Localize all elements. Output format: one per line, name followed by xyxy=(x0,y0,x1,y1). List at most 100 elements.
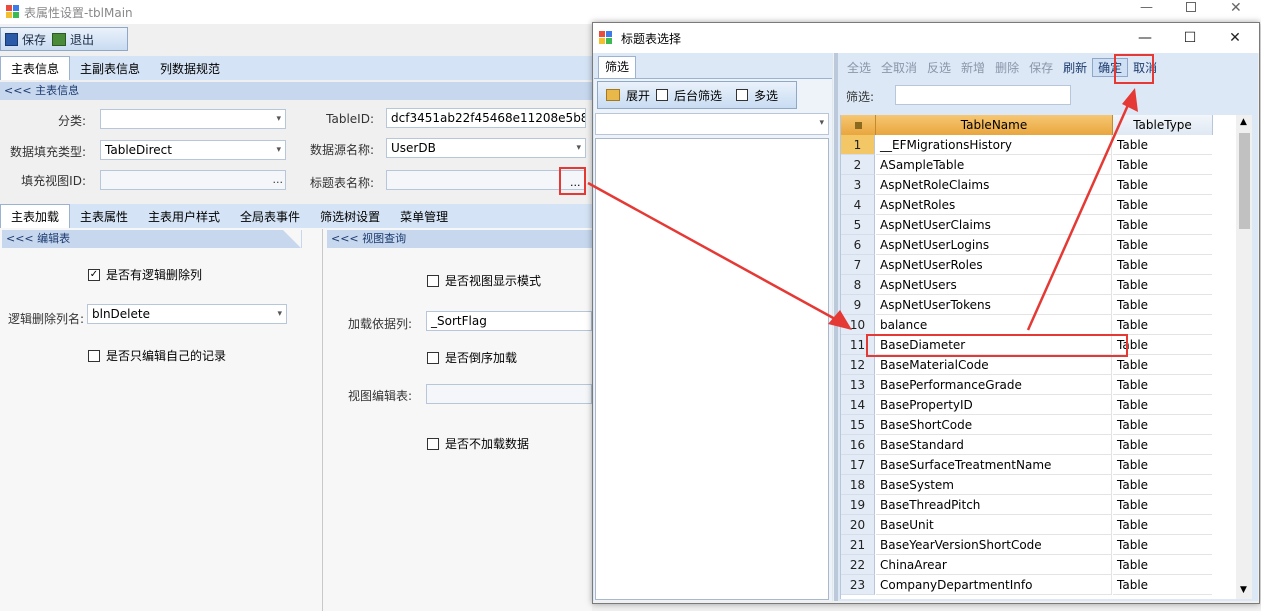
cell-tabletype[interactable]: Table xyxy=(1113,235,1212,255)
subtab-style[interactable]: 主表用户样式 xyxy=(138,205,230,228)
load-by-field[interactable]: _SortFlag xyxy=(426,311,592,331)
cell-tabletype[interactable]: Table xyxy=(1113,315,1212,335)
cell-tablename[interactable]: balance xyxy=(876,315,1112,335)
invert-selection-button[interactable]: 反选 xyxy=(922,59,956,76)
cell-tablename[interactable]: AspNetUserRoles xyxy=(876,255,1112,275)
row-number[interactable]: 4 xyxy=(841,195,875,215)
cell-tablename[interactable]: BaseSurfaceTreatmentName xyxy=(876,455,1112,475)
cell-tablename[interactable]: BaseYearVersionShortCode xyxy=(876,535,1112,555)
table-row[interactable]: 16 BaseStandard Table xyxy=(841,435,1241,455)
dialog-minimize-icon[interactable]: — xyxy=(1123,23,1167,53)
maximize-icon[interactable] xyxy=(1186,2,1196,12)
subtab-events[interactable]: 全局表事件 xyxy=(230,205,310,228)
filter-tree[interactable] xyxy=(595,138,829,600)
row-number[interactable]: 19 xyxy=(841,495,875,515)
fill-type-combo[interactable]: TableDirect xyxy=(100,140,286,160)
subtab-props[interactable]: 主表属性 xyxy=(70,205,138,228)
table-row[interactable]: 7 AspNetUserRoles Table xyxy=(841,255,1241,275)
table-row[interactable]: 12 BaseMaterialCode Table xyxy=(841,355,1241,375)
row-number[interactable]: 9 xyxy=(841,295,875,315)
row-number[interactable]: 5 xyxy=(841,215,875,235)
select-all-button[interactable]: 全选 xyxy=(842,59,876,76)
cell-tablename[interactable]: BaseSystem xyxy=(876,475,1112,495)
cell-tablename[interactable]: BasePropertyID xyxy=(876,395,1112,415)
save-button[interactable]: 保存 xyxy=(5,31,46,48)
table-row[interactable]: 10 balance Table xyxy=(841,315,1241,335)
row-number[interactable]: 1 xyxy=(841,135,875,155)
row-number[interactable]: 20 xyxy=(841,515,875,535)
cell-tablename[interactable]: CompanyDepartmentInfo xyxy=(876,575,1112,595)
close-icon[interactable]: ✕ xyxy=(1230,0,1242,16)
logic-delete-col-combo[interactable]: blnDelete xyxy=(87,304,287,324)
table-row[interactable]: 4 AspNetRoles Table xyxy=(841,195,1241,215)
table-row[interactable]: 3 AspNetRoleClaims Table xyxy=(841,175,1241,195)
scroll-down-icon[interactable]: ▼ xyxy=(1240,585,1247,595)
section-view-query[interactable]: <<< 视图查询 xyxy=(327,230,592,248)
cell-tabletype[interactable]: Table xyxy=(1113,575,1212,595)
row-number[interactable]: 12 xyxy=(841,355,875,375)
cell-tablename[interactable]: AspNetUserTokens xyxy=(876,295,1112,315)
cell-tablename[interactable]: BaseUnit xyxy=(876,515,1112,535)
exit-button[interactable]: 退出 xyxy=(52,31,94,48)
tab-main-info[interactable]: 主表信息 xyxy=(0,56,71,80)
table-row[interactable]: 18 BaseSystem Table xyxy=(841,475,1241,495)
table-row[interactable]: 17 BaseSurfaceTreatmentName Table xyxy=(841,455,1241,475)
title-table-field[interactable] xyxy=(386,170,586,190)
cell-tabletype[interactable]: Table xyxy=(1113,215,1212,235)
cell-tabletype[interactable]: Table xyxy=(1113,195,1212,215)
row-number[interactable]: 15 xyxy=(841,415,875,435)
cell-tablename[interactable]: BaseShortCode xyxy=(876,415,1112,435)
filter-tab[interactable]: 筛选 xyxy=(598,56,636,78)
cell-tabletype[interactable]: Table xyxy=(1113,555,1212,575)
cell-tablename[interactable]: AspNetUsers xyxy=(876,275,1112,295)
section-main-info[interactable]: <<< 主表信息 xyxy=(0,82,592,100)
row-number[interactable]: 6 xyxy=(841,235,875,255)
section-edit-table[interactable]: <<< 编辑表 xyxy=(2,230,302,248)
add-button[interactable]: 新增 xyxy=(956,59,990,76)
row-number[interactable]: 21 xyxy=(841,535,875,555)
table-row[interactable]: 9 AspNetUserTokens Table xyxy=(841,295,1241,315)
cell-tabletype[interactable]: Table xyxy=(1113,535,1212,555)
view-edit-field[interactable] xyxy=(426,384,592,404)
cell-tabletype[interactable]: Table xyxy=(1113,295,1212,315)
table-row[interactable]: 13 BasePerformanceGrade Table xyxy=(841,375,1241,395)
cell-tabletype[interactable]: Table xyxy=(1113,415,1212,435)
row-number[interactable]: 13 xyxy=(841,375,875,395)
row-number[interactable]: 8 xyxy=(841,275,875,295)
subtab-load[interactable]: 主表加载 xyxy=(0,204,71,228)
unselect-all-button[interactable]: 全取消 xyxy=(876,59,922,76)
cell-tablename[interactable]: BasePerformanceGrade xyxy=(876,375,1112,395)
save-grid-button[interactable]: 保存 xyxy=(1024,59,1058,76)
cell-tablename[interactable]: BaseMaterialCode xyxy=(876,355,1112,375)
table-row[interactable]: 14 BasePropertyID Table xyxy=(841,395,1241,415)
cell-tabletype[interactable]: Table xyxy=(1113,475,1212,495)
scroll-up-icon[interactable]: ▲ xyxy=(1240,117,1247,127)
table-row[interactable]: 8 AspNetUsers Table xyxy=(841,275,1241,295)
table-row[interactable]: 22 ChinaArear Table xyxy=(841,555,1241,575)
dialog-close-icon[interactable]: ✕ xyxy=(1213,23,1257,53)
cell-tablename[interactable]: BaseThreadPitch xyxy=(876,495,1112,515)
desc-load-checkbox[interactable]: 是否倒序加载 xyxy=(427,349,517,366)
cell-tabletype[interactable]: Table xyxy=(1113,375,1212,395)
row-number[interactable]: 22 xyxy=(841,555,875,575)
row-number[interactable]: 16 xyxy=(841,435,875,455)
column-header-tabletype[interactable]: TableType xyxy=(1113,115,1213,135)
refresh-button[interactable]: 刷新 xyxy=(1058,59,1092,76)
multi-select-checkbox[interactable] xyxy=(736,89,749,101)
logic-delete-checkbox[interactable]: ✓ 是否有逻辑删除列 xyxy=(88,266,202,283)
row-number[interactable]: 10 xyxy=(841,315,875,335)
table-row[interactable]: 5 AspNetUserClaims Table xyxy=(841,215,1241,235)
cell-tablename[interactable]: __EFMigrationsHistory xyxy=(876,135,1112,155)
expand-button[interactable]: 展开 xyxy=(626,87,650,104)
cell-tablename[interactable]: AspNetRoles xyxy=(876,195,1112,215)
table-row[interactable]: 1 __EFMigrationsHistory Table xyxy=(841,135,1241,155)
cell-tabletype[interactable]: Table xyxy=(1113,135,1212,155)
fill-view-field[interactable]: ... xyxy=(100,170,286,190)
backend-filter-checkbox[interactable] xyxy=(656,89,669,101)
row-number[interactable]: 3 xyxy=(841,175,875,195)
table-id-field[interactable]: dcf3451ab22f45468e11208e5b849 xyxy=(386,108,586,128)
view-mode-checkbox[interactable]: 是否视图显示模式 xyxy=(427,272,541,289)
row-number[interactable]: 17 xyxy=(841,455,875,475)
cell-tabletype[interactable]: Table xyxy=(1113,255,1212,275)
grid-filter-input[interactable] xyxy=(895,85,1071,105)
